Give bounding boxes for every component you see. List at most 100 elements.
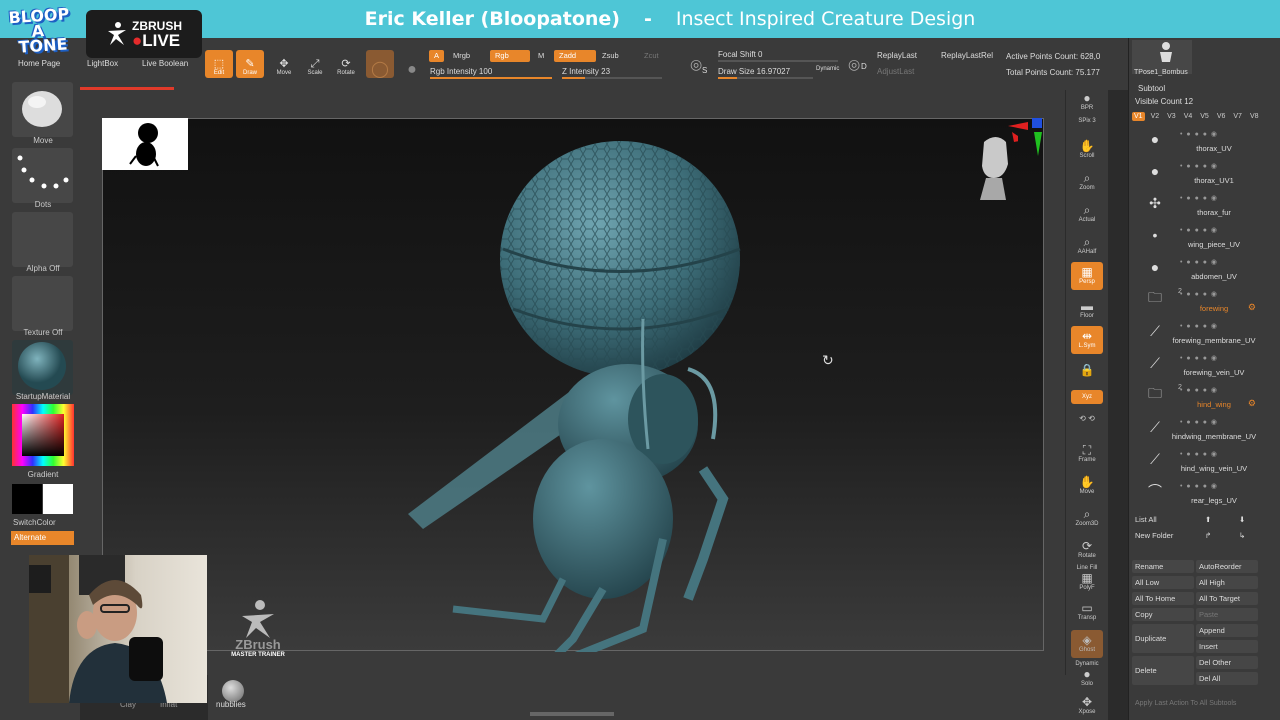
- replay-last-rel-button[interactable]: ReplayLastRel: [941, 51, 993, 60]
- subtool-visibility-controls[interactable]: • ● ● ● ◉: [1180, 418, 1218, 426]
- subtool-visibility-controls[interactable]: • ● ● ● ◉: [1180, 258, 1218, 266]
- navigation-thumbnail[interactable]: [102, 118, 188, 170]
- rgb-intensity-slider[interactable]: Rgb Intensity 100: [430, 67, 492, 76]
- scroll-button[interactable]: ✋ Scroll: [1071, 136, 1103, 164]
- adjust-last-button[interactable]: AdjustLast: [877, 67, 914, 76]
- xpose-button[interactable]: ✥ Xpose: [1071, 694, 1103, 718]
- new-folder-button[interactable]: New Folder: [1132, 529, 1200, 542]
- color-picker[interactable]: [12, 404, 74, 466]
- zsub-toggle[interactable]: Zsub: [597, 50, 624, 62]
- subtool-visibility-controls[interactable]: • ● ● ● ◉: [1180, 226, 1218, 234]
- actual-button[interactable]: ⌕ Actual: [1071, 200, 1103, 228]
- focal-shift-track[interactable]: [718, 60, 838, 62]
- aahalf-button[interactable]: ⌕ AAHalf: [1071, 232, 1103, 260]
- ghost-button[interactable]: ◈ Ghost: [1071, 630, 1103, 658]
- brush-selector[interactable]: [12, 82, 73, 137]
- delete-button[interactable]: Delete: [1132, 656, 1194, 685]
- rotate-view-button[interactable]: ⟳ Rotate: [1071, 536, 1103, 564]
- subtool-item[interactable]: ● • ● ● ● ◉ abdomen_UV: [1140, 254, 1262, 284]
- replay-last-button[interactable]: ReplayLast: [877, 51, 917, 60]
- vtab[interactable]: V5: [1198, 112, 1211, 121]
- zoom-button[interactable]: ⌕ Zoom: [1071, 168, 1103, 196]
- vtab[interactable]: V6: [1215, 112, 1228, 121]
- spix-slider[interactable]: SPix 3: [1071, 114, 1103, 128]
- focal-shift-slider[interactable]: Focal Shift 0: [718, 50, 762, 59]
- floor-button[interactable]: ▬ Floor: [1071, 296, 1103, 324]
- live-boolean-button[interactable]: Live Boolean: [142, 59, 188, 68]
- folder-down-icon[interactable]: ↳: [1236, 529, 1256, 542]
- subtool-item[interactable]: ✣ • ● ● ● ◉ thorax_fur: [1140, 190, 1262, 220]
- bpr-button[interactable]: ● BPR: [1071, 88, 1103, 116]
- subtool-item[interactable]: ● • ● ● ● ◉ thorax_UV: [1140, 126, 1262, 156]
- insert-button[interactable]: Insert: [1196, 640, 1258, 653]
- subtool-visibility-controls[interactable]: • ● ● ● ◉: [1180, 194, 1218, 202]
- draw-size-track[interactable]: [718, 77, 813, 79]
- subtool-item[interactable]: 🗀 2 • ● ● ● ◉ forewing ⚙: [1140, 286, 1262, 316]
- append-button[interactable]: Append: [1196, 624, 1258, 637]
- subtool-visibility-controls[interactable]: • ● ● ● ◉: [1180, 386, 1218, 394]
- stroke-selector[interactable]: [12, 148, 73, 203]
- vtab[interactable]: V4: [1182, 112, 1195, 121]
- subtool-item[interactable]: ⟋ • ● ● ● ◉ forewing_vein_UV: [1140, 350, 1262, 380]
- color-square[interactable]: [22, 414, 64, 456]
- lock-button[interactable]: 🔒: [1071, 360, 1103, 380]
- apply-last-action-button[interactable]: Apply Last Action To All Subtools: [1132, 697, 1258, 710]
- all-high-button[interactable]: All High: [1196, 576, 1258, 589]
- duplicate-button[interactable]: Duplicate: [1132, 624, 1194, 653]
- xyz-button[interactable]: Xyz: [1071, 390, 1103, 404]
- document-canvas[interactable]: [102, 118, 1044, 673]
- material-sphere-button[interactable]: ◯: [366, 50, 394, 78]
- move-down-arrow-icon[interactable]: ⬇: [1236, 513, 1256, 526]
- all-low-button[interactable]: All Low: [1132, 576, 1194, 589]
- move-button[interactable]: ✥ Move: [270, 50, 298, 78]
- zadd-toggle[interactable]: Zadd: [554, 50, 596, 62]
- alpha-selector[interactable]: [12, 212, 73, 267]
- frame-button[interactable]: ⛶ Frame: [1071, 440, 1103, 468]
- z-intensity-slider[interactable]: Z Intensity 23: [562, 67, 610, 76]
- a-toggle[interactable]: A: [429, 50, 445, 62]
- rgb-toggle[interactable]: Rgb: [490, 50, 530, 62]
- rgb-intensity-track[interactable]: [430, 77, 552, 79]
- subtool-visibility-controls[interactable]: • ● ● ● ◉: [1180, 482, 1218, 490]
- rotate-axis-buttons[interactable]: ⟲ ⟲: [1071, 406, 1103, 430]
- rename-button[interactable]: Rename: [1132, 560, 1194, 573]
- folder-up-icon[interactable]: ↱: [1202, 529, 1222, 542]
- subtool-visibility-controls[interactable]: • ● ● ● ◉: [1180, 354, 1218, 362]
- all-to-home-button[interactable]: All To Home: [1132, 592, 1194, 605]
- subtool-item[interactable]: ⟋ • ● ● ● ◉ hindwing_membrane_UV: [1140, 414, 1262, 444]
- mrgb-toggle[interactable]: Mrgb: [448, 50, 475, 62]
- subtool-visibility-controls[interactable]: • ● ● ● ◉: [1180, 450, 1218, 458]
- tool-thumbnail[interactable]: TPose1_Bombus: [1132, 40, 1192, 76]
- gear-icon[interactable]: ⚙: [1248, 398, 1256, 409]
- persp-button[interactable]: ▦ Persp: [1071, 262, 1103, 290]
- vtab[interactable]: V2: [1149, 112, 1162, 121]
- subtool-visibility-controls[interactable]: • ● ● ● ◉: [1180, 290, 1218, 298]
- auto-reorder-button[interactable]: AutoReorder: [1196, 560, 1258, 573]
- primary-color-swatch[interactable]: [43, 484, 73, 514]
- del-all-button[interactable]: Del All: [1196, 672, 1258, 685]
- subtool-item[interactable]: ⟋ • ● ● ● ◉ forewing_membrane_UV: [1140, 318, 1262, 348]
- dynamic-toggle[interactable]: Dynamic: [816, 66, 839, 72]
- list-all-button[interactable]: List All: [1132, 513, 1200, 526]
- material-selector[interactable]: [12, 340, 73, 395]
- del-other-button[interactable]: Del Other: [1196, 656, 1258, 669]
- move-up-arrow-icon[interactable]: ⬆: [1202, 513, 1222, 526]
- subtool-item[interactable]: ● • ● ● ● ◉ thorax_UV1: [1140, 158, 1262, 188]
- paste-button[interactable]: Paste: [1196, 608, 1258, 621]
- zcut-toggle[interactable]: Zcut: [639, 50, 664, 62]
- subtool-visibility-controls[interactable]: • ● ● ● ◉: [1180, 162, 1218, 170]
- edit-button[interactable]: ⬚ Edit: [205, 50, 233, 78]
- vtab[interactable]: V8: [1248, 112, 1261, 121]
- axis-gizmo[interactable]: [1006, 118, 1044, 156]
- vtab[interactable]: V3: [1165, 112, 1178, 121]
- all-to-target-button[interactable]: All To Target: [1196, 592, 1258, 605]
- m-toggle[interactable]: M: [533, 50, 549, 62]
- lightbox-button[interactable]: LightBox: [87, 59, 118, 68]
- subtool-visibility-controls[interactable]: • ● ● ● ◉: [1180, 130, 1218, 138]
- subtool-visibility-controls[interactable]: • ● ● ● ◉: [1180, 322, 1218, 330]
- bottom-scrollbar[interactable]: [530, 712, 614, 716]
- z-intensity-track[interactable]: [562, 77, 662, 79]
- nubblies-brush-icon[interactable]: [222, 680, 244, 702]
- transp-button[interactable]: ▭ Transp: [1071, 598, 1103, 626]
- polyf-button[interactable]: Line Fill ▦ PolyF: [1071, 564, 1103, 592]
